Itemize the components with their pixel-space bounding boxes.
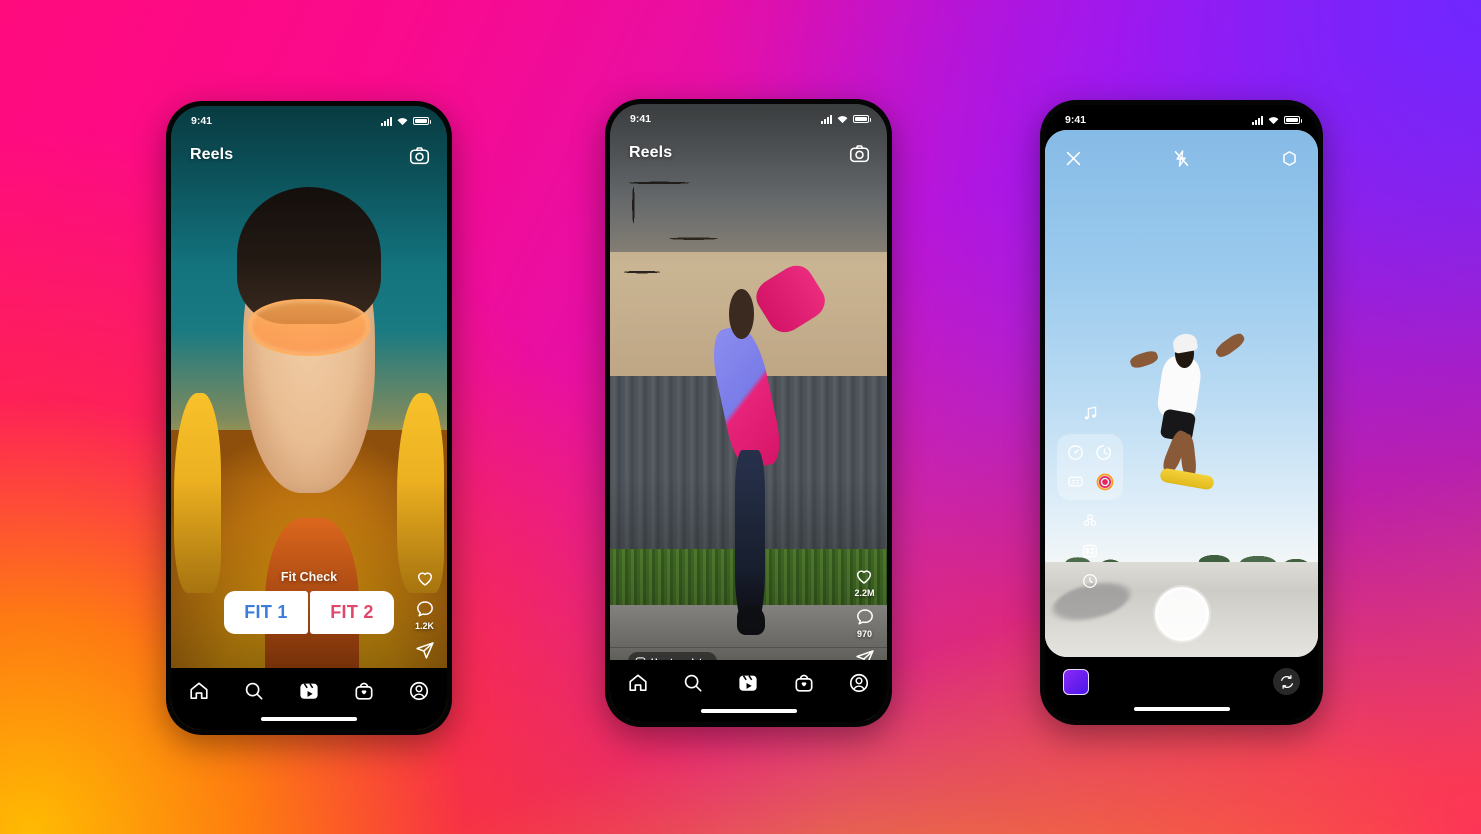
green-screen-icon[interactable] (1081, 512, 1099, 530)
camera-tools (1057, 405, 1123, 590)
profile-icon[interactable] (848, 672, 870, 694)
home-indicator (700, 709, 797, 713)
page-title: Reels (190, 146, 234, 163)
speed-icon (1068, 445, 1083, 460)
heart-icon (417, 572, 432, 586)
camera-icon[interactable] (409, 145, 430, 166)
home-indicator (261, 717, 357, 721)
timer-tool[interactable] (1092, 440, 1117, 465)
comment-action[interactable]: 970 (855, 607, 875, 639)
phone3-screen: 9:41 (1045, 105, 1318, 720)
phone-mockup-reels-camera: 9:41 (1040, 100, 1323, 725)
record-button[interactable] (1154, 587, 1209, 641)
poll-option-fit2[interactable]: FIT 2 (310, 591, 394, 634)
status-time: 9:41 (630, 113, 652, 125)
status-bar: 9:41 (1045, 105, 1318, 135)
reels-header: Reels (610, 136, 887, 170)
share-icon (415, 642, 434, 659)
reels-icon[interactable] (737, 672, 759, 694)
preview-subject (1129, 331, 1247, 515)
align-icon (1068, 476, 1083, 487)
search-icon[interactable] (243, 680, 265, 702)
speed-tool[interactable] (1063, 440, 1088, 465)
battery-icon (1284, 116, 1302, 124)
poll-options: FIT 1 FIT 2 (171, 591, 447, 634)
phone1-screen: 9:41 Reels Fit Check FIT 1 FIT 2 1.2K (171, 106, 447, 730)
wifi-icon (837, 116, 848, 124)
camera-flip-button[interactable] (1273, 668, 1300, 695)
wifi-icon (1268, 117, 1279, 125)
align-tool[interactable] (1063, 469, 1088, 494)
status-bar: 9:41 (610, 104, 887, 134)
shop-icon[interactable] (793, 672, 815, 694)
camera-bottom-bar (1045, 657, 1318, 720)
home-icon[interactable] (188, 680, 210, 702)
flash-off-icon[interactable] (1172, 149, 1191, 168)
home-indicator (1133, 707, 1230, 711)
profile-icon[interactable] (408, 680, 430, 702)
like-count: 2.2M (854, 588, 875, 598)
camera-tool-panel (1057, 434, 1123, 500)
home-icon[interactable] (627, 672, 649, 694)
phone-mockup-reels-template: 9:41 Reels Use template (605, 99, 892, 727)
comment-count: 1.2K (414, 621, 434, 631)
cellular-signal-icon (1252, 115, 1263, 125)
like-action[interactable] (415, 568, 435, 590)
camera-flip-icon (1280, 674, 1293, 689)
wifi-icon (397, 118, 408, 126)
cellular-signal-icon (381, 116, 392, 126)
length-icon[interactable] (1081, 572, 1099, 590)
cellular-signal-icon (821, 114, 832, 124)
phone2-screen: 9:41 Reels Use template (610, 104, 887, 722)
comment-count: 970 (856, 629, 873, 639)
effects-icon (1096, 473, 1113, 490)
shop-icon[interactable] (353, 680, 375, 702)
heart-icon (857, 570, 872, 584)
share-action[interactable] (415, 640, 435, 660)
poll-option-fit1[interactable]: FIT 1 (224, 591, 308, 634)
battery-icon (853, 115, 871, 123)
poll-title: Fit Check (280, 570, 338, 584)
layout-icon[interactable] (1081, 542, 1099, 560)
reels-header: Reels (171, 138, 447, 172)
bottom-nav (610, 660, 887, 722)
status-time: 9:41 (191, 115, 213, 127)
like-action[interactable]: 2.2M (854, 566, 875, 598)
bottom-nav (171, 668, 447, 730)
status-time: 9:41 (1065, 114, 1087, 126)
phone-mockup-reels-poll: 9:41 Reels Fit Check FIT 1 FIT 2 1.2K (166, 101, 452, 735)
camera-icon[interactable] (849, 143, 870, 164)
camera-top-bar (1045, 141, 1318, 175)
status-bar: 9:41 (171, 106, 447, 136)
search-icon[interactable] (682, 672, 704, 694)
camera-settings-icon[interactable] (1280, 149, 1299, 168)
page-title: Reels (629, 144, 673, 161)
comment-icon (416, 601, 433, 617)
timer-icon (1096, 445, 1111, 460)
comment-icon (856, 609, 873, 625)
close-x-icon[interactable] (1064, 149, 1083, 168)
reels-icon[interactable] (298, 680, 320, 702)
battery-icon (413, 117, 431, 125)
music-note-icon[interactable] (1082, 405, 1099, 422)
poll-sticker: Fit Check FIT 1 FIT 2 (171, 570, 447, 634)
gallery-thumbnail[interactable] (1063, 668, 1089, 695)
comment-action[interactable]: 1.2K (415, 599, 435, 631)
effects-tool[interactable] (1092, 469, 1117, 494)
